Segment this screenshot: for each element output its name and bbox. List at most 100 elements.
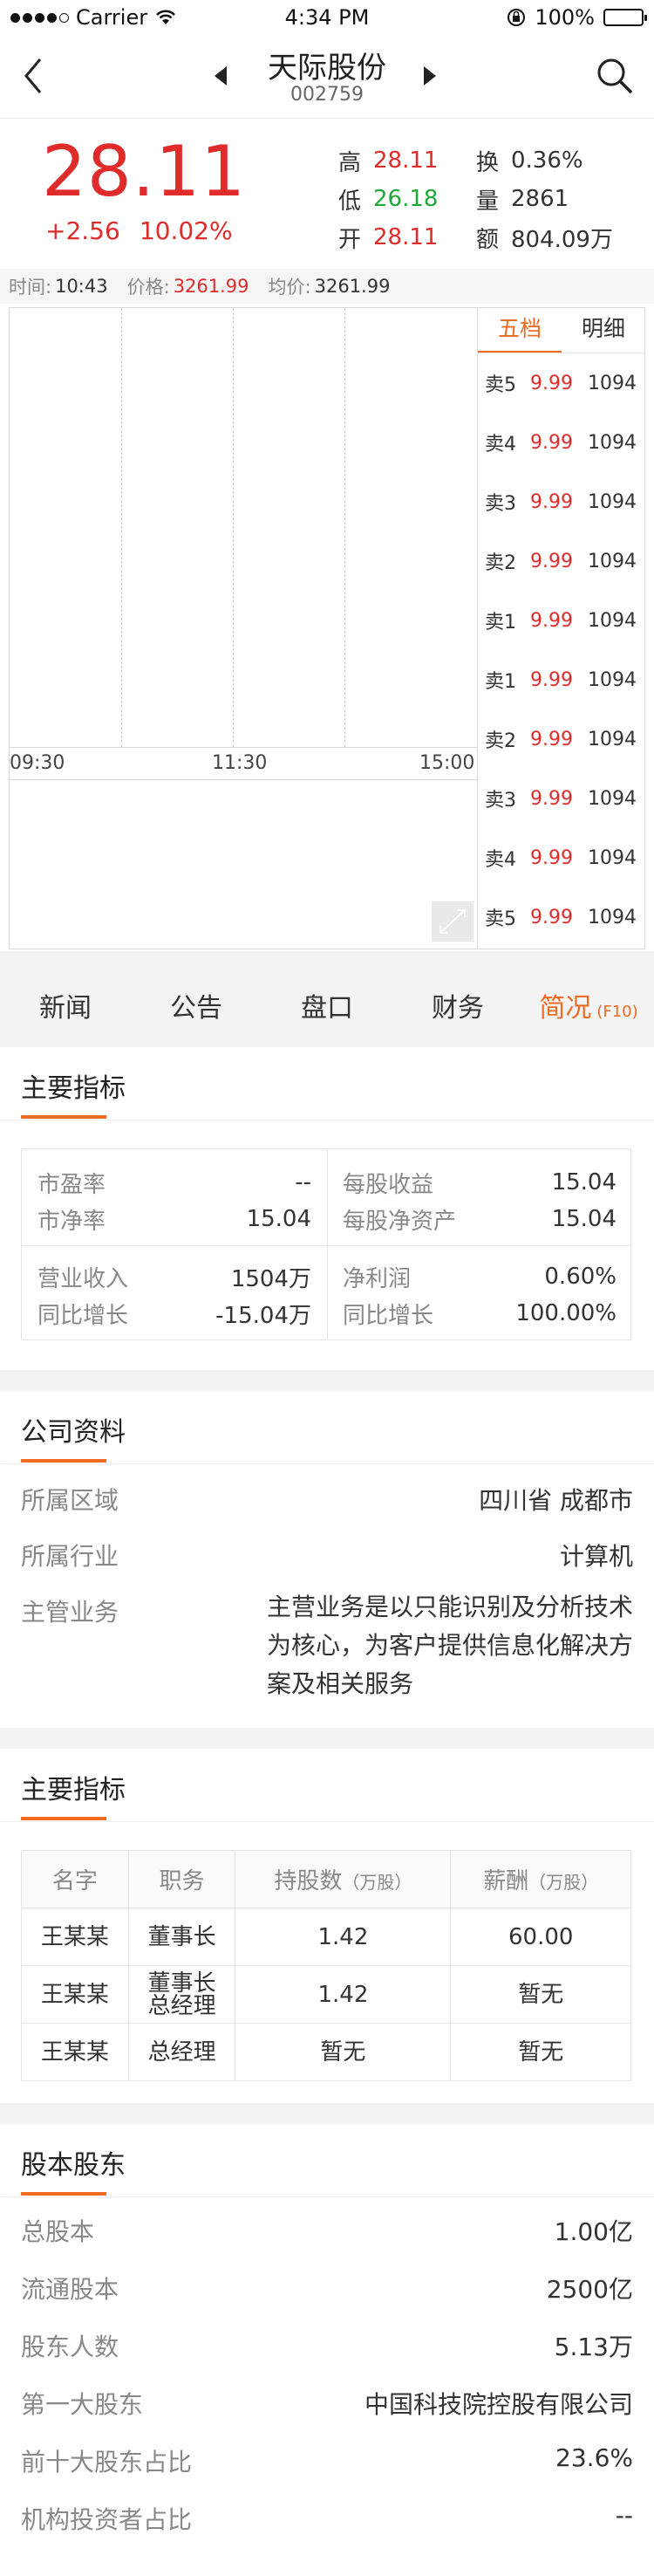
order-book-tabs: 五档 明细: [478, 308, 645, 353]
management-rows: 王某某 董事长 1.42 60.00 王某某 董事长 总经理 1.42 暂无 王某某 总经理 暂无 暂无: [21, 1908, 631, 2081]
level-price: 9.99: [530, 906, 573, 928]
metric-row: 净利润 0.60%: [343, 1259, 617, 1294]
level-price: 9.99: [530, 550, 573, 572]
navigation-bar: 天际股份 002759: [0, 35, 654, 119]
header-shares-unit: （万股）: [342, 1872, 412, 1893]
key-metrics-grid: 市盈率 -- 市净率 15.04 每股收益 15.04 每股净资产 15.04 营业收入…: [21, 1148, 631, 1340]
item-label: 第一大股东: [21, 2390, 144, 2419]
change-percent: 10.02%: [139, 216, 233, 245]
metric-value: 15.04: [246, 1206, 311, 1232]
level-label: 卖1: [485, 612, 516, 634]
level-volume: 1094: [588, 431, 637, 454]
tab-market[interactable]: 盘口: [262, 970, 392, 1047]
level-volume: 1094: [588, 906, 637, 928]
cell-title: 董事长 总经理: [127, 1965, 236, 2024]
management-header: 主要指标: [0, 1749, 654, 1822]
open-label: 开: [338, 226, 362, 253]
region-value: 四川省 成都市: [479, 1486, 633, 1515]
column-name: 名字: [21, 1850, 129, 1908]
tab-details[interactable]: 明细: [562, 308, 645, 353]
tab-profile-sub: (F10): [596, 1003, 638, 1021]
metric-label: 营业收入: [37, 1265, 129, 1292]
time-tick: 11:30: [212, 752, 268, 774]
price-chart-area[interactable]: [10, 308, 477, 748]
tab-profile[interactable]: 简况 (F10): [523, 970, 654, 1047]
order-book-row: 卖4 9.99 1094: [478, 828, 645, 887]
price-label: 价格:: [126, 277, 170, 298]
metric-label: 同比增长: [343, 1302, 434, 1329]
metric-cell: 市盈率 -- 市净率 15.04: [22, 1149, 327, 1245]
industry-label: 所属行业: [21, 1542, 119, 1571]
title-line: 董事长: [147, 1970, 216, 1997]
level-price: 9.99: [530, 668, 573, 691]
section-title: 公司资料: [21, 1417, 126, 1448]
table-row: 王某某 董事长 总经理 1.42 暂无: [21, 1965, 631, 2024]
stock-code: 002759: [290, 84, 364, 106]
cell-name: 王某某: [21, 1908, 129, 1966]
chart-info-bar: 时间: 10:43 价格: 3261.99 均价: 3261.99: [0, 269, 654, 304]
section-underline: [21, 1115, 106, 1119]
time-tick: 09:30: [10, 752, 65, 774]
metric-label: 同比增长: [37, 1302, 129, 1329]
cell-shares: 1.42: [235, 1908, 452, 1966]
level-volume: 1094: [588, 728, 637, 750]
tab-finance-label: 财务: [432, 993, 484, 1024]
time-axis: 09:30 11:30 15:00: [10, 749, 477, 780]
expand-icon: [439, 909, 466, 934]
item-value: --: [615, 2501, 633, 2530]
section-title: 股本股东: [21, 2150, 126, 2181]
level-label: 卖2: [485, 730, 516, 752]
level-volume: 1094: [588, 609, 637, 632]
section-underline: [21, 1817, 106, 1820]
level-price: 9.99: [530, 490, 573, 513]
open-value: 28.11: [373, 224, 439, 250]
turnover-label: 换: [476, 149, 500, 176]
section-underline: [21, 2192, 106, 2196]
header-pay-label: 薪酬: [483, 1868, 529, 1894]
section-title: 主要指标: [21, 1775, 126, 1805]
cell-title: 总经理: [127, 2023, 236, 2081]
region-row: 所属区域 四川省 成都市: [21, 1482, 633, 1517]
low-value: 26.18: [373, 186, 439, 212]
metric-label: 每股净资产: [343, 1208, 457, 1235]
level-price: 9.99: [530, 431, 573, 454]
stock-name: 天际股份: [268, 51, 386, 86]
volume-chart-area[interactable]: [10, 779, 477, 949]
next-stock-icon[interactable]: [424, 66, 436, 86]
level-volume: 1094: [588, 550, 637, 572]
metric-row: 市净率 15.04: [37, 1202, 311, 1237]
metric-label: 市净率: [37, 1208, 106, 1235]
tab-announcements[interactable]: 公告: [131, 970, 262, 1047]
item-value: 1.00亿: [554, 2217, 633, 2246]
expand-button[interactable]: [432, 901, 473, 942]
metric-row: 同比增长 -15.04万: [37, 1296, 311, 1331]
metric-value: -15.04万: [215, 1302, 311, 1329]
tab-news[interactable]: 新闻: [0, 970, 131, 1047]
grid-line: [233, 308, 234, 747]
level-volume: 1094: [588, 787, 637, 810]
avg-label: 均价:: [268, 277, 311, 298]
battery-label: 100%: [535, 5, 595, 30]
key-metrics-header: 主要指标: [0, 1047, 654, 1120]
battery-icon: [603, 9, 647, 26]
level-price: 9.99: [530, 728, 573, 750]
status-right: 100%: [507, 5, 647, 30]
shareholders-header: 股本股东: [0, 2124, 654, 2197]
section-title: 主要指标: [21, 1073, 126, 1104]
order-book-row: 卖4 9.99 1094: [478, 413, 645, 472]
level-label: 卖3: [485, 790, 516, 812]
status-bar: Carrier 4:34 PM 100%: [0, 0, 654, 35]
metric-value: 15.04: [551, 1206, 617, 1232]
volume-value: 2861: [511, 186, 569, 212]
search-icon[interactable]: [595, 56, 635, 96]
header-title-label: 职务: [159, 1868, 205, 1894]
cell-title: 董事长: [127, 1908, 236, 1966]
order-book-row: 卖3 9.99 1094: [478, 472, 645, 531]
tab-finance[interactable]: 财务: [392, 970, 523, 1047]
tab-five-levels[interactable]: 五档: [478, 308, 562, 353]
section-underline: [21, 1459, 106, 1463]
table-row: 王某某 总经理 暂无 暂无: [21, 2023, 631, 2081]
section-gap: [0, 1728, 654, 1749]
item-label: 机构投资者占比: [21, 2505, 193, 2534]
section-gap: [0, 1370, 654, 1391]
